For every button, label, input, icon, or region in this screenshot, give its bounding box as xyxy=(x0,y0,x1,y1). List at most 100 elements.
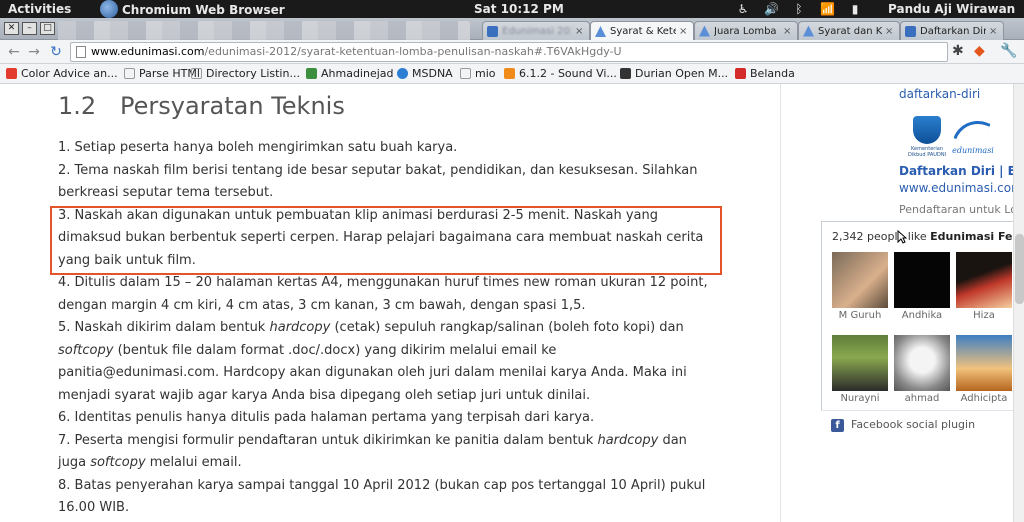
section-heading: 1.2 Persyaratan Teknis xyxy=(58,84,718,128)
tab-syarat-dan-ketentuan[interactable]: Syarat dan Kete× xyxy=(798,21,900,40)
edunimasi-logo: edunimasi xyxy=(949,113,997,158)
user-menu[interactable]: Pandu Aji Wirawan xyxy=(888,2,1015,16)
ad-title-link[interactable]: Daftarkan Diri | Edu xyxy=(899,164,1024,178)
bookmark-item[interactable]: MSDNA xyxy=(397,67,453,80)
requirement-item-2: 2. Tema naskah film berisi tentang ide b… xyxy=(58,162,698,201)
mouse-cursor-icon xyxy=(897,230,907,244)
tab-syarat-ketentuan[interactable]: Syarat & Ketent× xyxy=(590,21,694,41)
page-favicon-icon xyxy=(699,25,710,37)
window-controls: ✕ – □ xyxy=(4,22,55,35)
section-title: Persyaratan Teknis xyxy=(120,92,345,120)
facebook-plugin-footer: f Facebook social plugin xyxy=(821,410,1024,438)
shield-icon xyxy=(913,116,941,144)
fan-avatar[interactable] xyxy=(894,252,950,308)
page-favicon-icon xyxy=(905,25,916,37)
requirement-item-6: 6. Identitas penulis hanya ditulis pada … xyxy=(58,410,595,425)
bookmark-item[interactable]: mio xyxy=(460,67,496,80)
browser-toolbar: ← → ↻ www.edunimasi.com/edunimasi-2012/s… xyxy=(0,40,1024,64)
requirement-item-1: 1. Setiap peserta hanya boleh mengirimka… xyxy=(58,140,458,155)
fan-name[interactable]: Nurayni xyxy=(832,393,888,404)
fan-avatar[interactable] xyxy=(832,335,888,391)
fan-name[interactable]: Adhicipta xyxy=(956,393,1012,404)
requirement-item-7: 7. Peserta mengisi formulir pendaftaran … xyxy=(58,432,687,471)
page-favicon-icon xyxy=(595,26,606,37)
scrollbar-thumb[interactable] xyxy=(1015,234,1024,304)
tab-edunimasi-2012[interactable]: Edunimasi 2012× xyxy=(482,21,590,40)
facebook-icon: f xyxy=(831,419,844,432)
bookmark-favicon-icon xyxy=(735,68,746,79)
bookmark-item[interactable]: Belanda xyxy=(735,67,795,80)
tab-close-icon[interactable]: × xyxy=(783,26,793,37)
page-favicon-icon xyxy=(803,25,814,37)
blurred-tabs-region xyxy=(58,21,470,40)
page-info-icon[interactable] xyxy=(76,46,86,58)
bookmark-favicon-icon xyxy=(6,68,17,79)
tab-close-icon[interactable]: × xyxy=(575,26,585,37)
bookmark-favicon-icon xyxy=(397,68,408,79)
bookmark-item[interactable]: 6.1.2 - Sound Vi... xyxy=(504,67,617,80)
fan-avatar[interactable] xyxy=(832,252,888,308)
accessibility-icon[interactable]: ♿ xyxy=(736,2,750,16)
tab-close-icon[interactable]: × xyxy=(989,26,999,37)
bookmarks-bar: Color Advice an... Parse HTMl Directory … xyxy=(0,64,1024,84)
requirement-item-8: 8. Batas penyerahan karya sampai tanggal… xyxy=(58,477,706,516)
page-name-link[interactable]: Edunimasi Fes xyxy=(930,230,1019,243)
bookmark-item[interactable]: Durian Open M... xyxy=(620,67,728,80)
ad-description: Pendaftaran untuk Lo xyxy=(899,203,1017,216)
bookmark-item[interactable]: Color Advice an... xyxy=(6,67,118,80)
document-icon xyxy=(191,68,202,79)
likes-summary: 2,342 people like Edunimasi Fes xyxy=(832,230,1020,243)
daftarkan-diri-link[interactable]: daftarkan-diri xyxy=(899,87,980,101)
tab-close-icon[interactable]: × xyxy=(679,26,689,37)
fan-name[interactable]: ahmad xyxy=(894,393,950,404)
battery-icon[interactable]: ▮ xyxy=(848,2,862,16)
tab-juara-lomba[interactable]: Juara Lomba Na× xyxy=(694,21,798,40)
extension-addon-icon[interactable]: ◆ xyxy=(974,43,985,59)
document-icon xyxy=(460,68,471,79)
tab-daftarkan-diri[interactable]: Daftarkan Diri |× xyxy=(900,21,1004,40)
fan-name[interactable]: M Guruh xyxy=(832,310,888,321)
swoosh-icon xyxy=(953,113,991,149)
address-bar[interactable]: www.edunimasi.com/edunimasi-2012/syarat-… xyxy=(70,42,948,62)
bookmark-item[interactable]: Ahmadinejad xyxy=(306,67,394,80)
fan-avatar[interactable] xyxy=(956,252,1012,308)
web-page: 1.2 Persyaratan Teknis 1. Setiap peserta… xyxy=(0,84,1024,522)
app-menu[interactable]: Chromium Web Browser xyxy=(100,0,285,18)
sidebar-divider xyxy=(780,84,781,522)
fan-name[interactable]: Hiza xyxy=(956,310,1012,321)
fan-name[interactable]: Andhika xyxy=(894,310,950,321)
article-body: 1.2 Persyaratan Teknis 1. Setiap peserta… xyxy=(58,84,718,520)
fan-avatar[interactable] xyxy=(894,335,950,391)
bluetooth-icon[interactable]: ᛒ xyxy=(792,2,806,16)
bookmark-item[interactable]: Directory Listin... xyxy=(191,67,300,80)
back-icon[interactable]: ← xyxy=(6,44,22,60)
url-path: /edunimasi-2012/syarat-ketentuan-lomba-p… xyxy=(204,45,622,58)
extension-spider-icon[interactable]: ✱ xyxy=(952,43,964,59)
ad-url-link[interactable]: www.edunimasi.com xyxy=(899,181,1023,195)
document-icon xyxy=(124,68,135,79)
requirement-item-4: 4. Ditulis dalam 15 – 20 halaman kertas … xyxy=(58,275,708,313)
bookmark-item[interactable]: Parse HTMl xyxy=(124,67,200,80)
bookmark-favicon-icon xyxy=(620,68,631,79)
bookmark-favicon-icon xyxy=(306,68,317,79)
reload-icon[interactable]: ↻ xyxy=(48,44,64,60)
requirement-item-5: 5. Naskah dikirim dalam bentuk hardcopy … xyxy=(58,320,687,403)
maximize-window-icon[interactable]: □ xyxy=(40,22,55,35)
wrench-menu-icon[interactable]: 🔧 xyxy=(1000,43,1017,59)
kemendikbud-logo: Kementerian Dikbud PAUDNI xyxy=(907,116,947,158)
fan-avatar[interactable] xyxy=(956,335,1012,391)
tab-close-icon[interactable]: × xyxy=(885,26,895,37)
bookmark-favicon-icon xyxy=(504,68,515,79)
network-icon[interactable]: 📶 xyxy=(820,2,835,16)
system-tray: ♿ 🔊 ᛒ 📶 ▮ xyxy=(736,2,862,16)
plugin-label-link[interactable]: Facebook social plugin xyxy=(851,418,975,431)
volume-icon[interactable]: 🔊 xyxy=(764,2,779,16)
app-name: Chromium Web Browser xyxy=(122,3,285,17)
page-favicon-icon xyxy=(487,25,498,37)
activities-button[interactable]: Activities xyxy=(8,2,71,16)
vertical-scrollbar[interactable] xyxy=(1013,84,1024,522)
clock[interactable]: Sat 10:12 PM xyxy=(474,2,564,16)
close-window-icon[interactable]: ✕ xyxy=(4,22,19,35)
forward-icon[interactable]: → xyxy=(26,44,42,60)
minimize-window-icon[interactable]: – xyxy=(22,22,37,35)
